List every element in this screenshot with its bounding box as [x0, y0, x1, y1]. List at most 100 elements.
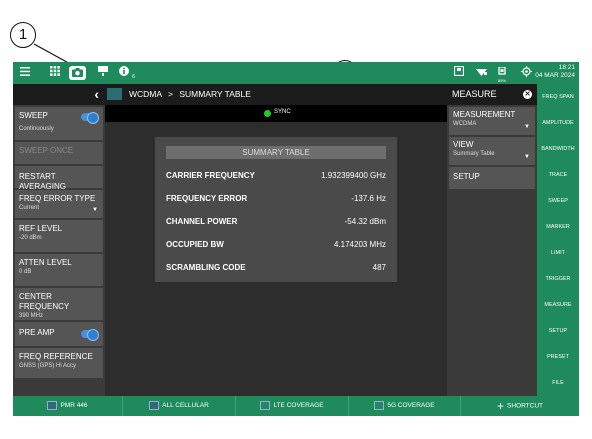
menu-trace[interactable]: TRACE: [537, 162, 579, 188]
menu-measure[interactable]: MEASURE: [537, 292, 579, 318]
save-icon[interactable]: [453, 65, 465, 80]
sweep-once-label: SWEEP ONCE: [19, 146, 74, 155]
right-menu: FREQ SPAN AMPLITUDE BANDWIDTH TRACE SWEE…: [537, 84, 579, 396]
row-value: -54.32 dBm: [344, 217, 386, 226]
waveform-icon: [107, 88, 122, 100]
left-panel: ‹ SWEEP Continuously SWEEP ONCE RESTART …: [13, 84, 105, 396]
sync-bar: SYNC: [105, 105, 447, 122]
restart-averaging-label: RESTART AVERAGING: [19, 172, 66, 191]
shortcut-label: SHORTCUT: [507, 402, 543, 410]
shortcut-label: ALL CELLULAR: [162, 402, 209, 409]
menu-icon[interactable]: [19, 66, 31, 80]
menu-trigger[interactable]: TRIGGER: [537, 266, 579, 292]
sweep-sub: Continuously: [19, 126, 54, 132]
row-value: 487: [372, 263, 386, 272]
dropdown-arrow-icon: ▼: [524, 124, 530, 130]
measure-panel: MEASURE ✕ MEASUREMENT WCDMA ▼ VIEW Summa…: [447, 84, 537, 396]
summary-table: SUMMARY TABLE CARRIER FREQUENCY 1.932399…: [155, 137, 397, 282]
close-icon[interactable]: ✕: [523, 90, 532, 99]
sweep-once-button: SWEEP ONCE: [15, 142, 103, 164]
sync-label: SYNC: [274, 109, 291, 115]
coverage-icon: [374, 400, 385, 410]
breadcrumb-mode[interactable]: WCDMA: [129, 89, 162, 99]
shortcut-lte-coverage[interactable]: LTE COVERAGE: [236, 396, 349, 416]
freq-reference-button[interactable]: FREQ REFERENCE GNSS (GPS) Hi Accy: [15, 348, 103, 378]
menu-setup[interactable]: SETUP: [537, 318, 579, 344]
measure-panel-header: MEASURE ✕: [447, 84, 537, 105]
coverage-icon: [260, 400, 271, 410]
view-value: Summary Table: [453, 151, 495, 157]
left-panel-header: ‹: [13, 84, 105, 105]
preset-icon: [47, 400, 58, 410]
plus-icon: +: [496, 399, 504, 413]
breadcrumb: WCDMA > SUMMARY TABLE: [105, 84, 447, 105]
shortcut-all-cellular[interactable]: ALL CELLULAR: [123, 396, 236, 416]
bottom-bar: PMR 446 ALL CELLULAR LTE COVERAGE 5G COV…: [13, 396, 579, 416]
row-value: 4.174203 MHz: [333, 240, 386, 249]
atten-level-button[interactable]: ATTEN LEVEL 0 dB: [15, 254, 103, 286]
display-icon[interactable]: [97, 66, 109, 80]
date: 04 MAR 2024: [535, 72, 575, 79]
ref-level-button[interactable]: REF LEVEL -20 dBm: [15, 220, 103, 252]
freq-reference-label: FREQ REFERENCE: [19, 352, 93, 361]
instrument-screen: 6 85% 18:21 04 MAR 2024 ‹ SWEEP Continuo…: [13, 62, 579, 416]
table-row: FREQUENCY ERROR -137.6 Hz: [166, 192, 386, 206]
row-label: OCCUPIED BW: [166, 240, 224, 249]
usb-icon: 85%: [495, 66, 509, 83]
table-row: CHANNEL POWER -54.32 dBm: [166, 215, 386, 229]
shortcut-label: 5G COVERAGE: [387, 402, 435, 409]
camera-icon[interactable]: [69, 66, 86, 80]
chevron-left-icon[interactable]: ‹: [94, 86, 99, 102]
restart-averaging-button[interactable]: RESTART AVERAGING: [15, 166, 103, 191]
ref-level-sub: -20 dBm: [19, 235, 42, 241]
table-row: SCRAMBLING CODE 487: [166, 261, 386, 275]
measurement-value: WCDMA: [453, 121, 477, 127]
menu-preset[interactable]: PRESET: [537, 344, 579, 370]
menu-marker[interactable]: MARKER: [537, 214, 579, 240]
freq-reference-sub: GNSS (GPS) Hi Accy: [19, 363, 77, 369]
table-row: OCCUPIED BW 4.174203 MHz: [166, 238, 386, 252]
view-dropdown[interactable]: VIEW Summary Table ▼: [449, 137, 535, 165]
gps-icon: [520, 66, 532, 80]
info-icon[interactable]: 6: [119, 66, 139, 80]
menu-freq-span[interactable]: FREQ SPAN: [537, 84, 579, 110]
sweep-toggle[interactable]: [81, 112, 99, 124]
setup-label: SETUP: [453, 172, 480, 181]
atten-level-sub: 0 dB: [19, 269, 32, 275]
row-label: FREQUENCY ERROR: [166, 194, 248, 203]
info-badge: 6: [132, 74, 135, 80]
pre-amp-button[interactable]: PRE AMP: [15, 322, 103, 346]
status-bar: 6 85% 18:21 04 MAR 2024: [13, 62, 579, 84]
shortcut-pmr-446[interactable]: PMR 446: [13, 396, 123, 416]
summary-table-title: SUMMARY TABLE: [166, 146, 386, 159]
grid-icon[interactable]: [49, 66, 61, 80]
add-shortcut-button[interactable]: + SHORTCUT: [461, 396, 579, 416]
center-frequency-label: CENTER FREQUENCY: [19, 292, 70, 311]
freq-error-type-button[interactable]: FREQ ERROR TYPE Current ▼: [15, 190, 103, 218]
callout-1: 1: [10, 22, 36, 48]
menu-limit[interactable]: LIMIT: [537, 240, 579, 266]
sweep-button[interactable]: SWEEP Continuously: [15, 107, 103, 140]
freq-error-type-label: FREQ ERROR TYPE: [19, 194, 96, 203]
setup-button[interactable]: SETUP: [449, 167, 535, 189]
menu-file[interactable]: FILE: [537, 370, 579, 396]
usb-label: 85%: [497, 78, 506, 83]
row-label: CHANNEL POWER: [166, 217, 238, 226]
freq-error-type-sub: Current: [19, 205, 40, 211]
pre-amp-toggle[interactable]: [81, 329, 99, 341]
preset-icon: [149, 400, 160, 410]
center-frequency-button[interactable]: CENTER FREQUENCY 390 MHz: [15, 288, 103, 320]
network-icon: [475, 66, 487, 80]
menu-bandwidth[interactable]: BANDWIDTH: [537, 136, 579, 162]
dropdown-arrow-icon: ▼: [524, 154, 530, 160]
menu-sweep[interactable]: SWEEP: [537, 188, 579, 214]
clock: 18:21 04 MAR 2024: [535, 64, 575, 80]
row-value: -137.6 Hz: [351, 194, 386, 203]
view-label: VIEW: [453, 140, 474, 149]
measurement-dropdown[interactable]: MEASUREMENT WCDMA ▼: [449, 107, 535, 135]
row-value: 1.932399400 GHz: [321, 171, 386, 180]
menu-amplitude[interactable]: AMPLITUDE: [537, 110, 579, 136]
time: 18:21: [558, 64, 575, 71]
center-frequency-sub: 390 MHz: [19, 313, 44, 319]
shortcut-5g-coverage[interactable]: 5G COVERAGE: [349, 396, 461, 416]
